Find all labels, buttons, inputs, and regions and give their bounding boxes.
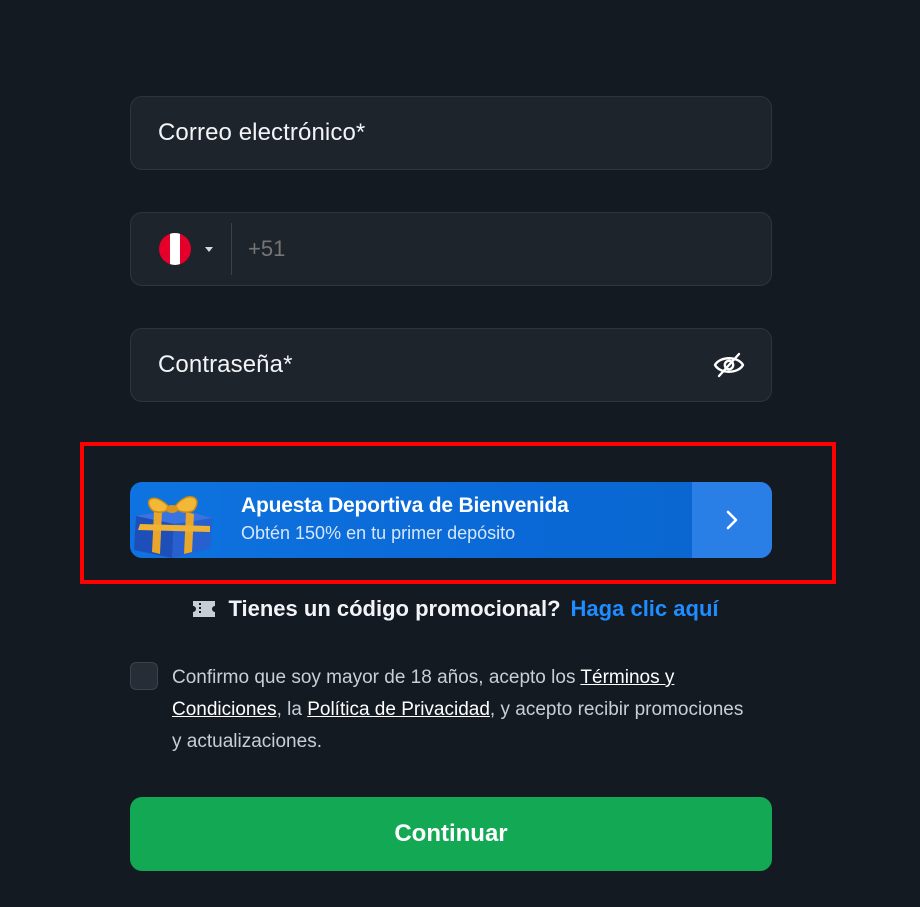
- privacy-link[interactable]: Política de Privacidad: [307, 699, 490, 720]
- consent-checkbox[interactable]: [130, 662, 158, 690]
- consent-text-part: Confirmo que soy mayor de 18 años, acept…: [172, 667, 581, 688]
- phone-field[interactable]: [130, 212, 772, 286]
- promo-banner-title: Apuesta Deportiva de Bienvenida: [241, 494, 569, 517]
- email-field-label: Correo electrónico*: [158, 119, 366, 146]
- gift-box-icon: [134, 496, 212, 558]
- consent-text: Confirmo que soy mayor de 18 años, acept…: [172, 662, 752, 758]
- promo-banner-arrow-button[interactable]: [692, 482, 772, 558]
- promo-banner-subtitle: Obtén 150% en tu primer depósito: [241, 523, 516, 543]
- password-field[interactable]: Contraseña*: [130, 328, 772, 402]
- phone-divider: [231, 223, 232, 275]
- eye-slash-icon[interactable]: [713, 351, 745, 379]
- chevron-right-icon: [726, 510, 738, 530]
- promo-code-question: Tienes un código promocional?: [228, 596, 561, 621]
- consent-text-part: , la: [276, 699, 308, 720]
- password-field-label: Contraseña*: [158, 351, 293, 378]
- phone-input[interactable]: [246, 235, 730, 263]
- ticket-icon: [193, 601, 216, 617]
- welcome-bonus-banner[interactable]: Apuesta Deportiva de Bienvenida Obtén 15…: [130, 482, 772, 558]
- email-field[interactable]: Correo electrónico*: [130, 96, 772, 170]
- continue-button[interactable]: Continuar: [130, 797, 772, 871]
- peru-flag-icon: [159, 233, 191, 265]
- promo-code-row: Tienes un código promocional? Haga clic …: [0, 596, 920, 622]
- promo-code-link[interactable]: Haga clic aquí: [571, 596, 719, 622]
- caret-down-icon: [205, 246, 213, 252]
- country-selector[interactable]: [131, 213, 213, 285]
